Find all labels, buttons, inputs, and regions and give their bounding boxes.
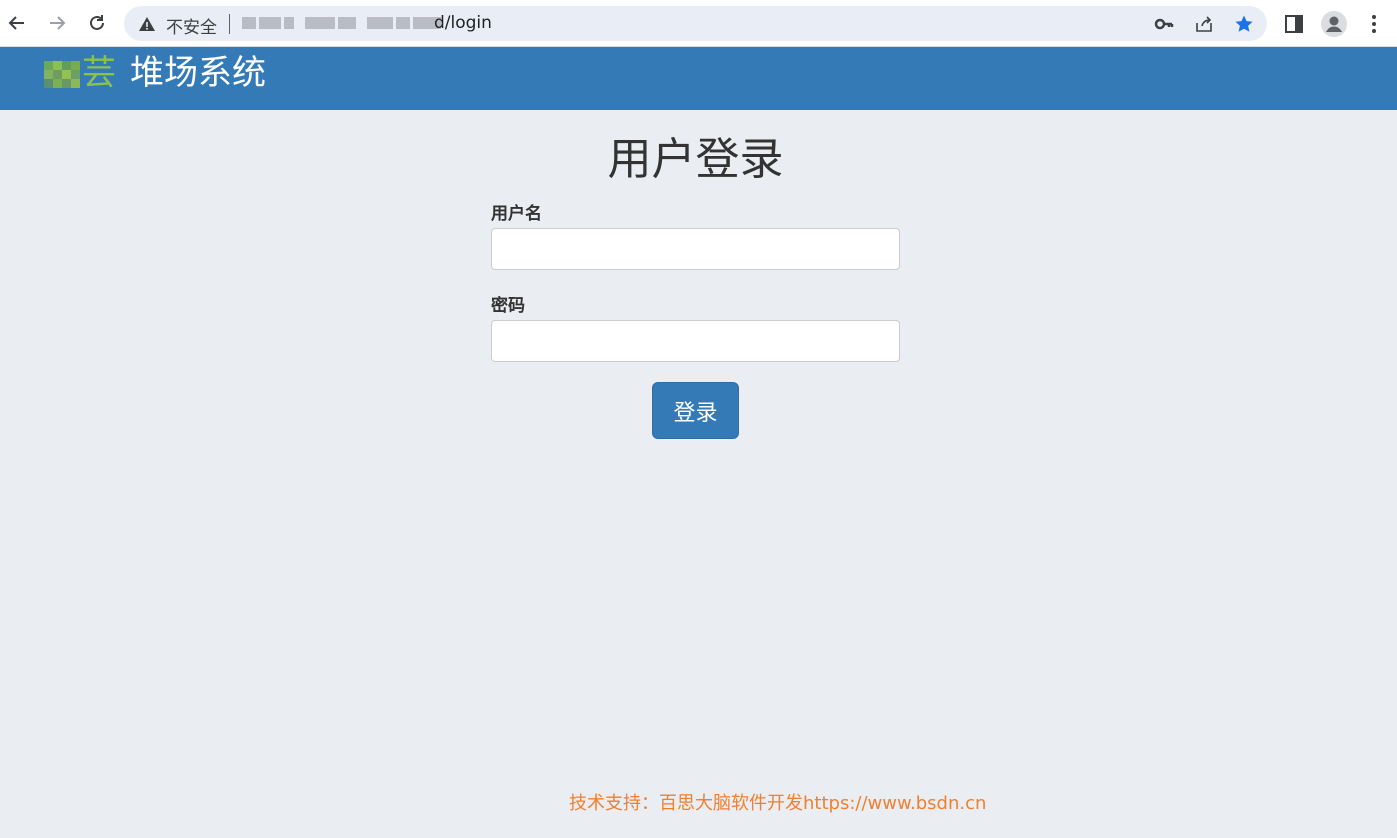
url-redacted	[242, 17, 441, 31]
side-panel-icon[interactable]	[1282, 12, 1306, 36]
username-input[interactable]	[491, 228, 900, 270]
url-text[interactable]: d/login	[434, 13, 492, 33]
password-label: 密码	[491, 296, 525, 316]
address-divider	[229, 14, 230, 34]
security-status[interactable]: 不安全	[166, 13, 217, 38]
browser-toolbar: 不安全 d/login	[0, 0, 1397, 47]
app-header: 芸 堆场系统	[0, 47, 1397, 110]
bookmark-star-icon[interactable]	[1234, 14, 1254, 34]
password-input[interactable]	[491, 320, 900, 362]
reload-button[interactable]	[82, 8, 112, 38]
footer-support-text: 技术支持：百思大脑软件开发https://www.bsdn.cn	[569, 793, 987, 814]
reload-icon	[90, 15, 104, 30]
app-title[interactable]: 堆场系统	[130, 52, 266, 94]
login-title: 用户登录	[607, 134, 784, 185]
back-button[interactable]	[2, 8, 32, 38]
logo-icon	[44, 61, 80, 88]
address-bar[interactable]: 不安全 d/login	[124, 6, 1267, 41]
arrow-right-icon	[50, 16, 66, 30]
warning-icon	[139, 17, 155, 31]
more-menu-icon[interactable]	[1362, 12, 1386, 36]
share-icon[interactable]	[1194, 14, 1214, 34]
logo-text: 芸	[82, 53, 116, 93]
arrow-left-icon	[8, 16, 24, 30]
key-icon[interactable]	[1154, 14, 1174, 34]
login-button[interactable]: 登录	[652, 382, 739, 439]
username-label: 用户名	[491, 204, 542, 224]
profile-avatar-icon[interactable]	[1320, 10, 1348, 38]
forward-button[interactable]	[42, 8, 72, 38]
